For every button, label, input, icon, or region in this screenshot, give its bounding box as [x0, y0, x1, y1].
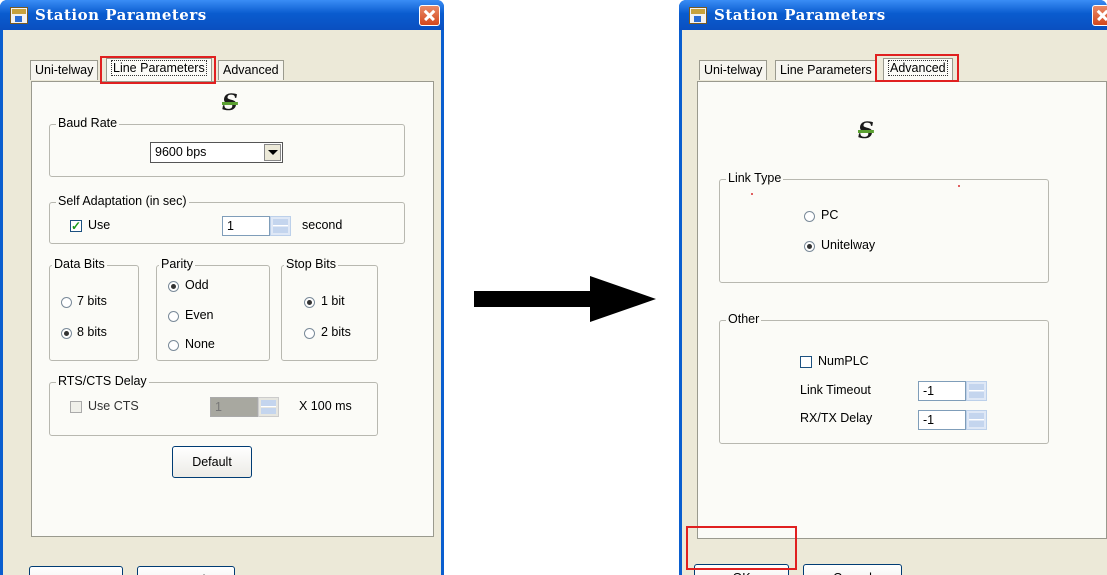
link-type-group: Link Type PC Unitelway [719, 171, 1049, 283]
close-icon[interactable] [1092, 5, 1107, 26]
default-button[interactable]: Default [172, 446, 252, 478]
numplc-label: NumPLC [818, 354, 869, 368]
link-timeout-label: Link Timeout [800, 383, 871, 397]
baud-rate-select[interactable]: 9600 bps [150, 142, 283, 163]
app-icon [689, 7, 707, 24]
other-group: Other NumPLC Link Timeout -1 RX/TX Delay… [719, 312, 1049, 444]
parity-group: Parity Odd Even None [156, 257, 270, 361]
right-tab-panel: S Link Type PC Unitelway Other NumPLC Li… [697, 81, 1107, 539]
rxtx-delay-input[interactable]: -1 [918, 410, 966, 430]
tab-uni-telway[interactable]: Uni-telway [30, 60, 99, 80]
left-dialog: Station Parameters Uni-telway Line Param… [0, 0, 444, 575]
link-timeout-input[interactable]: -1 [918, 381, 966, 401]
chevron-down-icon[interactable] [264, 144, 281, 161]
left-client-area: Uni-telway Line Parameters Advanced S Ba… [3, 30, 441, 575]
self-adaptation-use-checkbox[interactable]: ✓ [70, 220, 82, 232]
stop-bits-2-radio[interactable] [304, 328, 315, 339]
stop-bits-group: Stop Bits 1 bit 2 bits [281, 257, 378, 361]
parity-none-label: None [185, 337, 215, 351]
tab-line-parameters[interactable]: Line Parameters [106, 58, 212, 81]
tab-advanced-label: Advanced [888, 60, 948, 76]
link-logo-icon: S [858, 118, 874, 144]
tab-advanced[interactable]: Advanced [883, 58, 953, 81]
tab-uni-telway[interactable]: Uni-telway [699, 60, 768, 80]
use-cts-label: Use CTS [88, 399, 139, 413]
parity-none-radio[interactable] [168, 340, 179, 351]
rxtx-delay-label: RX/TX Delay [800, 411, 873, 425]
rts-cts-delay-input[interactable]: 1 [210, 397, 258, 417]
data-bits-8-radio[interactable] [61, 328, 72, 339]
close-icon[interactable] [419, 5, 440, 26]
link-type-unitelway-label: Unitelway [821, 238, 876, 252]
rts-cts-label: RTS/CTS Delay [56, 374, 149, 388]
left-ok-button[interactable]: OK [29, 566, 123, 575]
stop-bits-1-label: 1 bit [321, 294, 345, 308]
tab-advanced[interactable]: Advanced [218, 60, 284, 80]
right-dialog-title: Station Parameters [714, 6, 886, 24]
baud-rate-group: Baud Rate 9600 bps [49, 116, 405, 177]
stop-bits-2-label: 2 bits [321, 325, 351, 339]
self-adaptation-seconds-input[interactable]: 1 [222, 216, 270, 236]
rts-cts-group: RTS/CTS Delay Use CTS 1 X 100 ms [49, 374, 378, 436]
link-logo-icon: S [222, 90, 238, 116]
left-tab-panel: S Baud Rate 9600 bps Self Adaptation (in… [31, 81, 434, 537]
baud-rate-value: 9600 bps [155, 145, 207, 159]
link-type-unitelway-radio[interactable] [804, 241, 815, 252]
right-titlebar: Station Parameters [679, 0, 1107, 30]
parity-label: Parity [159, 257, 195, 271]
right-client-area: Uni-telway Line Parameters Advanced S Li… [682, 30, 1107, 575]
data-bits-7-radio[interactable] [61, 297, 72, 308]
tab-line-parameters[interactable]: Line Parameters [775, 60, 877, 80]
data-bits-7-label: 7 bits [77, 294, 107, 308]
link-type-label: Link Type [726, 171, 784, 185]
numplc-checkbox[interactable] [800, 356, 812, 368]
right-cancel-button[interactable]: Cancel [803, 564, 902, 575]
self-adaptation-label: Self Adaptation (in sec) [56, 194, 189, 208]
arrow-head [590, 276, 656, 322]
data-bits-8-label: 8 bits [77, 325, 107, 339]
self-adaptation-unit: second [302, 218, 343, 232]
self-adaptation-use-label: Use [88, 218, 111, 232]
right-ok-button[interactable]: OK [694, 564, 789, 575]
baud-rate-label: Baud Rate [56, 116, 120, 130]
left-dialog-title: Station Parameters [35, 6, 207, 24]
use-cts-checkbox[interactable] [70, 401, 82, 413]
parity-odd-radio[interactable] [168, 281, 179, 292]
parity-even-radio[interactable] [168, 311, 179, 322]
rxtx-delay-spinner[interactable] [966, 410, 987, 430]
link-type-pc-radio[interactable] [804, 211, 815, 222]
parity-even-label: Even [185, 308, 214, 322]
stop-bits-1-radio[interactable] [304, 297, 315, 308]
rts-cts-delay-spinner[interactable] [258, 397, 279, 417]
left-cancel-button[interactable]: Cancel [137, 566, 235, 575]
tab-line-parameters-label: Line Parameters [111, 60, 207, 76]
data-bits-group: Data Bits 7 bits 8 bits [49, 257, 139, 361]
stop-bits-label: Stop Bits [284, 257, 339, 271]
data-bits-label: Data Bits [52, 257, 107, 271]
link-type-pc-label: PC [821, 208, 839, 222]
rts-cts-unit: X 100 ms [299, 399, 352, 413]
link-timeout-spinner[interactable] [966, 381, 987, 401]
left-titlebar: Station Parameters [0, 0, 444, 30]
parity-odd-label: Odd [185, 278, 209, 292]
right-dialog: Station Parameters Uni-telway Line Param… [679, 0, 1107, 575]
app-icon [10, 7, 28, 24]
other-label: Other [726, 312, 762, 326]
arrow-right-icon [474, 291, 594, 307]
self-adaptation-group: Self Adaptation (in sec) ✓ Use 1 second [49, 194, 405, 244]
self-adaptation-spinner[interactable] [270, 216, 291, 236]
